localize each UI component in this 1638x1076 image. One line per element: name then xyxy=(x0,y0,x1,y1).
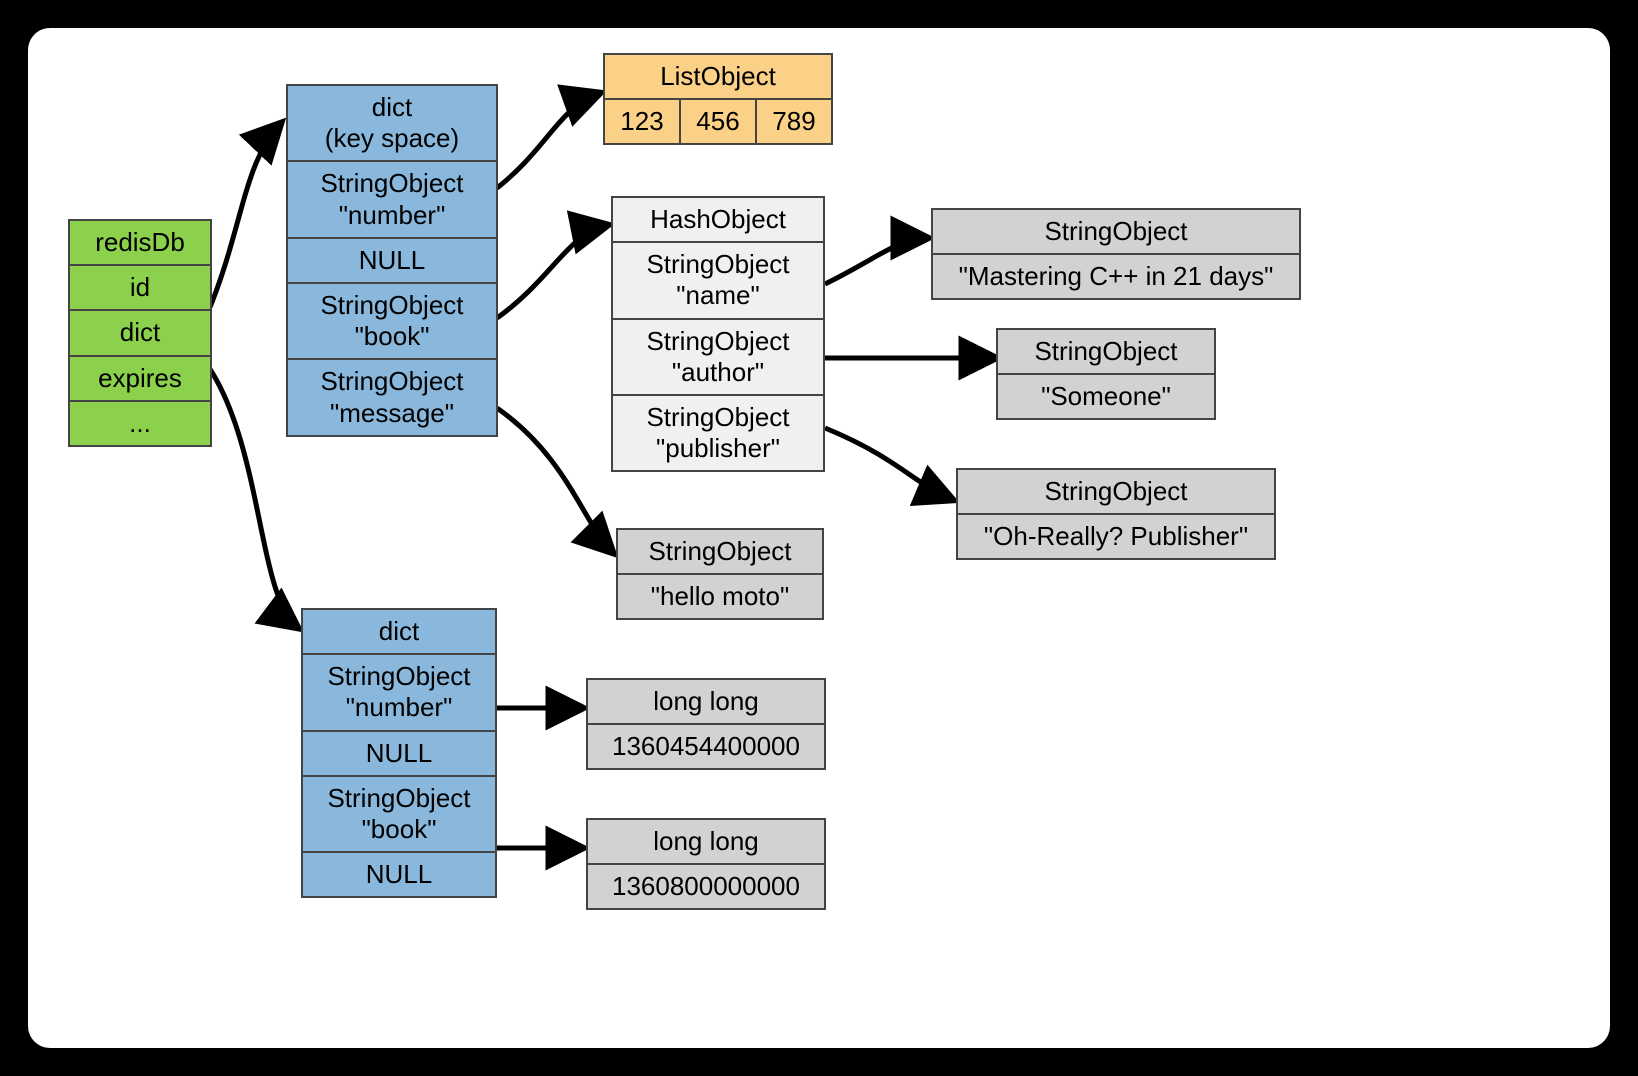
stringobject-value: "hello moto" xyxy=(618,573,822,618)
dict-keyspace-entry-number: StringObject "number" xyxy=(288,160,496,236)
hashobject-title: HashObject xyxy=(613,198,823,241)
dict-keyspace-entry-null1: NULL xyxy=(288,237,496,282)
longlong-number: long long 1360454400000 xyxy=(586,678,826,770)
diagram-card: redisDb id dict expires ... dict (key sp… xyxy=(28,28,1610,1048)
listobject-items: 123 456 789 xyxy=(605,98,831,143)
stringobject-value: "Mastering C++ in 21 days" xyxy=(933,253,1299,298)
list-item: 456 xyxy=(679,100,755,143)
redisdb-title: redisDb xyxy=(70,221,210,264)
expires-entry-null1: NULL xyxy=(303,730,495,775)
listobject-box: ListObject 123 456 789 xyxy=(603,53,833,145)
hashobject-field-name: StringObject "name" xyxy=(613,241,823,317)
stringobject-hello: StringObject "hello moto" xyxy=(616,528,824,620)
expires-entry-book: StringObject "book" xyxy=(303,775,495,851)
longlong-title: long long xyxy=(588,680,824,723)
listobject-title: ListObject xyxy=(605,55,831,98)
longlong-value: 1360800000000 xyxy=(588,863,824,908)
redisdb-expires: expires xyxy=(70,355,210,400)
hashobject-field-publisher: StringObject "publisher" xyxy=(613,394,823,470)
dict-keyspace-title: dict (key space) xyxy=(288,86,496,160)
longlong-book: long long 1360800000000 xyxy=(586,818,826,910)
stringobject-title: StringObject xyxy=(933,210,1299,253)
expires-dict-title: dict xyxy=(303,610,495,653)
dict-keyspace-title-line2: (key space) xyxy=(325,123,459,153)
dict-keyspace-entry-message: StringObject "message" xyxy=(288,358,496,434)
longlong-title: long long xyxy=(588,820,824,863)
stringobject-value: "Someone" xyxy=(998,373,1214,418)
stringobject-publisher: StringObject "Oh-Really? Publisher" xyxy=(956,468,1276,560)
hashobject-field-author: StringObject "author" xyxy=(613,318,823,394)
longlong-value: 1360454400000 xyxy=(588,723,824,768)
stringobject-value: "Oh-Really? Publisher" xyxy=(958,513,1274,558)
list-item: 789 xyxy=(755,100,831,143)
dict-keyspace-title-line1: dict xyxy=(372,92,412,122)
redisdb-id: id xyxy=(70,264,210,309)
stringobject-someone: StringObject "Someone" xyxy=(996,328,1216,420)
redisdb-dict: dict xyxy=(70,309,210,354)
stringobject-title: StringObject xyxy=(958,470,1274,513)
dict-keyspace-box: dict (key space) StringObject "number" N… xyxy=(286,84,498,437)
redisdb-box: redisDb id dict expires ... xyxy=(68,219,212,447)
list-item: 123 xyxy=(605,100,679,143)
stringobject-mastering: StringObject "Mastering C++ in 21 days" xyxy=(931,208,1301,300)
redisdb-more: ... xyxy=(70,400,210,445)
stringobject-title: StringObject xyxy=(618,530,822,573)
expires-entry-number: StringObject "number" xyxy=(303,653,495,729)
expires-entry-null2: NULL xyxy=(303,851,495,896)
dict-keyspace-entry-book: StringObject "book" xyxy=(288,282,496,358)
expires-dict-box: dict StringObject "number" NULL StringOb… xyxy=(301,608,497,898)
stringobject-title: StringObject xyxy=(998,330,1214,373)
hashobject-box: HashObject StringObject "name" StringObj… xyxy=(611,196,825,472)
